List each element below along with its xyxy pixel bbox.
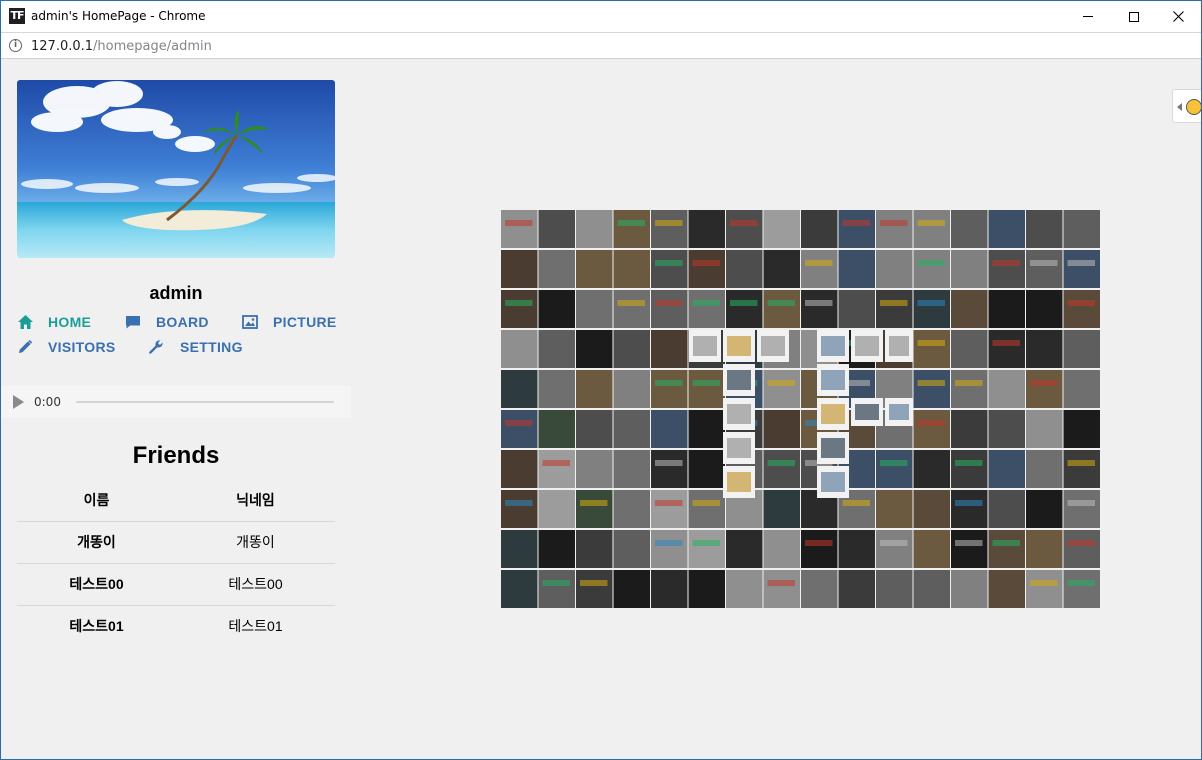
info-icon[interactable]: i — [9, 39, 22, 52]
friend-nickname: 테스트01 — [176, 604, 335, 647]
close-button[interactable] — [1155, 1, 1201, 32]
friends-column-nickname: 닉네임 — [236, 491, 275, 508]
friends-table-header: 이름 닉네임 — [17, 479, 335, 521]
friend-name: 테스트01 — [17, 604, 176, 647]
nav-picture[interactable]: PICTURE — [242, 314, 337, 330]
close-icon — [1172, 11, 1184, 22]
friend-name: 테스트00 — [17, 562, 176, 605]
nav-visitors[interactable]: VISITORS — [17, 339, 116, 355]
minimize-icon — [1083, 16, 1093, 17]
friend-nickname: 개똥이 — [176, 520, 335, 563]
homepage-content: admin HOME BOARD PICTURE VISITORS SETTIN… — [1, 59, 1201, 759]
friends-title: Friends — [132, 442, 220, 469]
play-icon[interactable] — [13, 395, 24, 409]
minimize-button[interactable] — [1065, 1, 1111, 32]
profile-username: admin — [149, 283, 203, 303]
wrench-icon — [149, 340, 163, 354]
friend-nickname: 테스트00 — [176, 562, 335, 605]
chevron-left-icon — [1177, 103, 1182, 111]
friend-name: 개똥이 — [17, 520, 176, 563]
pencil-icon — [19, 339, 33, 353]
extension-avatar-icon — [1186, 99, 1201, 115]
browser-window: TF admin's HomePage - Chrome i 127.0.0.1… — [0, 0, 1202, 760]
url-text[interactable]: 127.0.0.1/homepage/admin — [31, 39, 212, 54]
nav-board-label: BOARD — [156, 314, 209, 330]
nav-board[interactable]: BOARD — [125, 314, 209, 330]
nav-picture-label: PICTURE — [273, 314, 337, 330]
comment-icon — [126, 316, 140, 329]
app-icon: TF — [9, 8, 25, 24]
table-row[interactable]: 테스트00 테스트00 — [17, 562, 335, 605]
table-row[interactable]: 테스트01 테스트01 — [17, 604, 335, 647]
friends-column-name: 이름 — [83, 491, 110, 508]
maximize-button[interactable] — [1111, 1, 1157, 32]
audio-player: 0:00 — [1, 386, 351, 418]
nav-setting[interactable]: SETTING — [148, 339, 243, 355]
url-host: 127.0.0.1 — [31, 39, 94, 54]
image-icon — [242, 315, 258, 329]
friends-table: 이름 닉네임 개똥이 개똥이 테스트00 테스트00 테스트01 테스트01 — [17, 479, 335, 647]
nav-setting-label: SETTING — [180, 339, 243, 355]
nav-home-label: HOME — [48, 314, 92, 330]
maximize-icon — [1129, 11, 1139, 22]
address-bar[interactable]: i 127.0.0.1/homepage/admin — [1, 32, 1201, 59]
audio-time: 0:00 — [34, 395, 61, 409]
nav-home[interactable]: HOME — [17, 314, 91, 330]
table-row[interactable]: 개똥이 개똥이 — [17, 520, 335, 563]
url-path: /homepage/admin — [93, 39, 212, 54]
home-icon — [18, 315, 33, 329]
title-bar: TF admin's HomePage - Chrome — [1, 1, 1201, 32]
nav-visitors-label: VISITORS — [48, 339, 116, 355]
window-title: admin's HomePage - Chrome — [31, 9, 206, 23]
main-photo-mosaic — [501, 210, 1101, 610]
profile-banner-image — [17, 80, 335, 258]
audio-progress-track[interactable] — [76, 401, 334, 403]
extension-side-tab[interactable] — [1172, 89, 1201, 123]
